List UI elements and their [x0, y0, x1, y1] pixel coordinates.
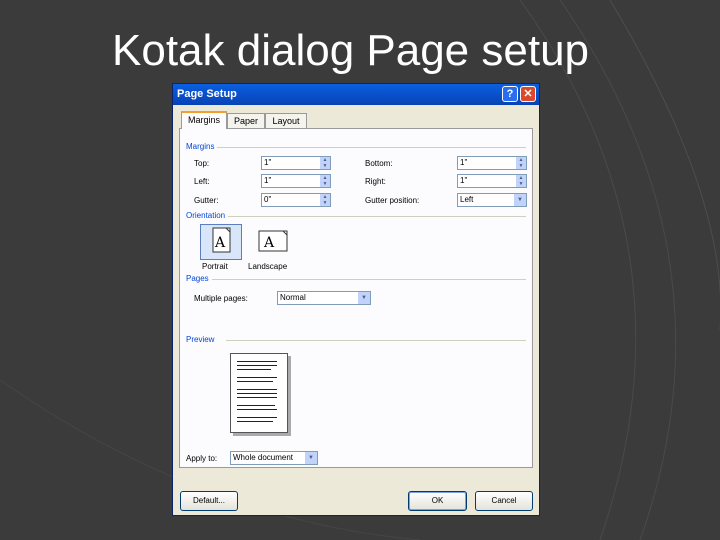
spin-down-icon[interactable]: ▼	[320, 163, 330, 169]
preview-line	[237, 393, 277, 394]
spin-buttons: ▲ ▼	[320, 194, 330, 206]
right-margin-spinner[interactable]: 1" ▲ ▼	[457, 174, 527, 188]
orientation-section-label: Orientation	[186, 211, 229, 220]
chevron-down-icon[interactable]: ▼	[514, 194, 526, 206]
preview-line	[237, 361, 277, 362]
help-button[interactable]: ?	[502, 86, 518, 102]
spin-down-icon[interactable]: ▼	[516, 181, 526, 187]
spin-buttons: ▲ ▼	[516, 157, 526, 169]
spin-down-icon[interactable]: ▼	[320, 181, 330, 187]
gutter-value: 0"	[264, 195, 272, 204]
preview-line	[237, 365, 277, 366]
pages-section-label: Pages	[186, 274, 212, 283]
landscape-label: Landscape	[248, 262, 288, 271]
section-divider	[186, 279, 526, 280]
gutter-position-value: Left	[460, 195, 474, 204]
left-label: Left:	[194, 177, 210, 186]
close-button[interactable]: ✕	[520, 86, 536, 102]
left-margin-spinner[interactable]: 1" ▲ ▼	[261, 174, 331, 188]
default-button[interactable]: Default...	[180, 491, 238, 511]
portrait-glyph: A	[214, 235, 226, 251]
page-setup-dialog: Page Setup ? ✕ Margins Paper Layout Marg…	[172, 83, 540, 516]
landscape-option[interactable]: A	[252, 224, 294, 260]
gutter-position-label: Gutter position:	[365, 196, 420, 205]
portrait-page-icon: A	[212, 227, 231, 253]
left-margin-value: 1"	[264, 176, 272, 185]
preview-line	[237, 369, 271, 370]
preview-section-label: Preview	[186, 335, 218, 344]
apply-to-label: Apply to:	[186, 454, 218, 463]
tab-margins[interactable]: Margins	[181, 111, 227, 129]
gutter-label: Gutter:	[194, 196, 219, 205]
right-margin-value: 1"	[460, 176, 468, 185]
portrait-label: Portrait	[202, 262, 228, 271]
preview-line	[237, 417, 277, 418]
ok-button[interactable]: OK	[408, 491, 467, 511]
tab-paper[interactable]: Paper	[227, 113, 265, 128]
preview-line	[237, 405, 275, 406]
chevron-down-icon[interactable]: ▼	[305, 452, 317, 464]
top-margin-value: 1"	[264, 158, 272, 167]
spin-down-icon[interactable]: ▼	[320, 200, 330, 206]
right-label: Right:	[365, 177, 386, 186]
top-label: Top:	[194, 159, 210, 168]
section-divider	[226, 340, 526, 341]
spin-buttons: ▲ ▼	[320, 157, 330, 169]
spin-buttons: ▲ ▼	[516, 175, 526, 187]
preview-line	[237, 381, 273, 382]
apply-to-select[interactable]: Whole document ▼	[230, 451, 318, 465]
preview-line	[237, 397, 277, 398]
apply-to-value: Whole document	[233, 453, 294, 462]
bottom-margin-spinner[interactable]: 1" ▲ ▼	[457, 156, 527, 170]
preview-page	[230, 353, 288, 433]
preview-line	[237, 377, 277, 378]
spin-buttons: ▲ ▼	[320, 175, 330, 187]
multiple-pages-select[interactable]: Normal ▼	[277, 291, 371, 305]
dialog-title: Page Setup	[177, 88, 237, 100]
slide-title: Kotak dialog Page setup	[112, 26, 590, 75]
cancel-button[interactable]: Cancel	[475, 491, 533, 511]
spin-down-icon[interactable]: ▼	[516, 163, 526, 169]
preview-line	[237, 409, 277, 410]
portrait-option[interactable]: A	[200, 224, 242, 260]
margins-section-label: Margins	[186, 142, 218, 151]
bottom-margin-value: 1"	[460, 158, 468, 167]
gutter-spinner[interactable]: 0" ▲ ▼	[261, 193, 331, 207]
landscape-glyph: A	[263, 235, 275, 251]
chevron-down-icon[interactable]: ▼	[358, 292, 370, 304]
section-divider	[186, 147, 526, 148]
tab-layout[interactable]: Layout	[265, 113, 307, 128]
multiple-pages-label: Multiple pages:	[194, 294, 248, 303]
margins-panel: Margins Top: 1" ▲ ▼ Bottom: 1" ▲ ▼ Left:…	[179, 128, 533, 468]
preview-line	[237, 421, 273, 422]
dialog-titlebar[interactable]: Page Setup ? ✕	[173, 84, 539, 105]
multiple-pages-value: Normal	[280, 293, 306, 302]
preview-line	[237, 389, 277, 390]
gutter-position-select[interactable]: Left ▼	[457, 193, 527, 207]
bottom-label: Bottom:	[365, 159, 393, 168]
section-divider	[186, 216, 526, 217]
top-margin-spinner[interactable]: 1" ▲ ▼	[261, 156, 331, 170]
landscape-page-icon: A	[258, 230, 288, 252]
